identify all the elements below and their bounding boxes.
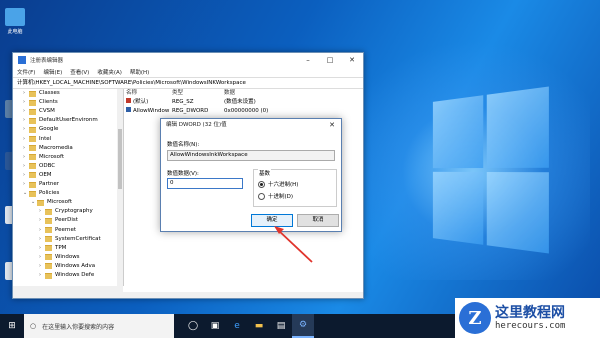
search-placeholder: 在这里输入你要搜索的内容 <box>42 323 115 331</box>
watermark-url: herecours.com <box>495 320 566 331</box>
annotation-arrow <box>274 226 313 263</box>
task-view-2-icon[interactable]: ▣ <box>204 314 226 338</box>
taskbar-search[interactable]: ○ 在这里输入你要搜索的内容 <box>24 314 174 338</box>
arrow-line <box>277 229 313 263</box>
store-icon[interactable]: ▤ <box>270 314 292 338</box>
watermark-title: 这里教程网 <box>495 304 565 321</box>
regedit-taskbar-icon[interactable]: ⚙ <box>292 314 314 338</box>
windows-start-icon: ⊞ <box>8 321 16 331</box>
file-explorer-icon[interactable]: ▬ <box>248 314 270 338</box>
site-logo-icon: Z <box>459 302 491 334</box>
arrow-head <box>274 226 284 234</box>
edge-icon[interactable]: e <box>226 314 248 338</box>
site-watermark: Z 这里教程网 herecours.com <box>455 298 600 338</box>
search-icon: ○ <box>30 322 37 330</box>
start-button[interactable]: ⊞ <box>0 314 24 338</box>
task-view-icon[interactable]: ◯ <box>182 314 204 338</box>
